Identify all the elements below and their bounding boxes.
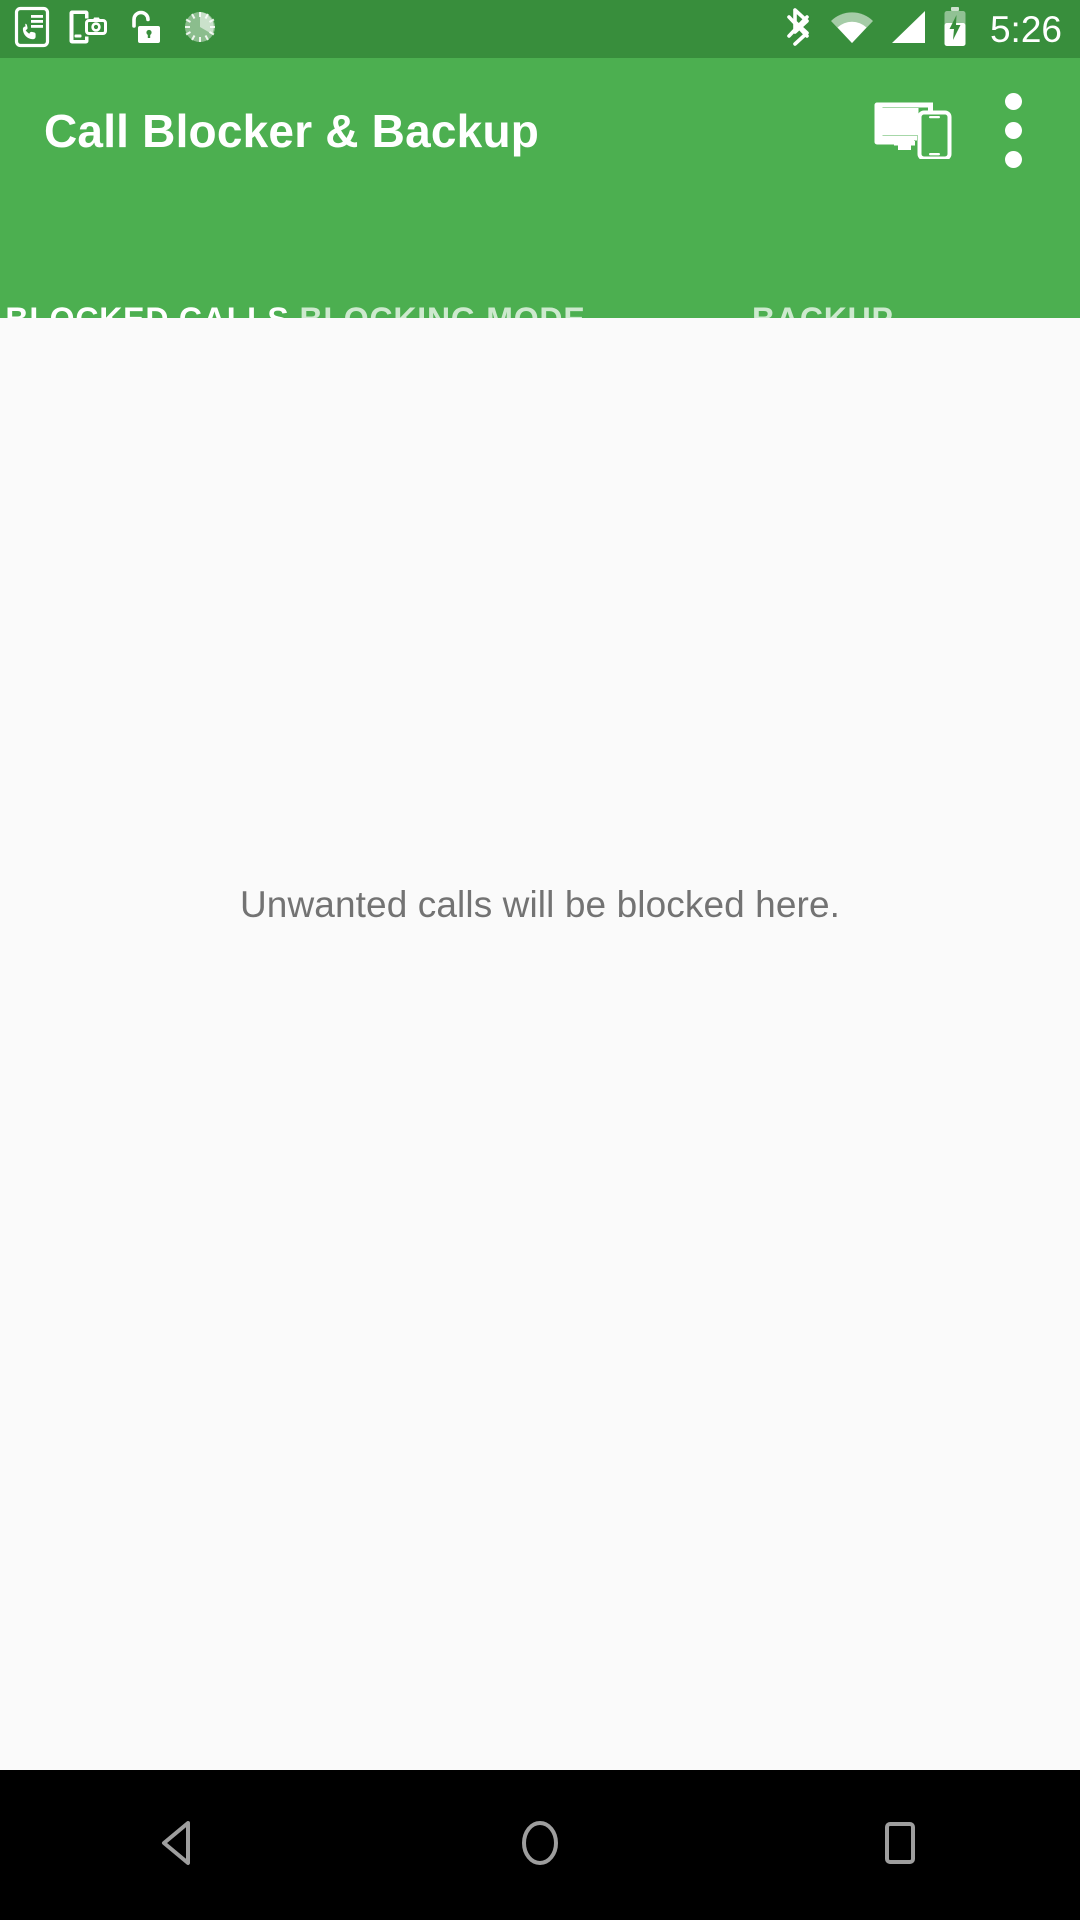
unlocked-padlock-icon: [124, 6, 164, 53]
app-bar: Call Blocker & Backup: [0, 58, 1080, 376]
status-bar-right-icons: 5:26: [786, 6, 1062, 53]
main-content: Unwanted calls will be blocked here.: [0, 318, 1080, 1450]
wifi-icon: [830, 9, 874, 50]
overflow-menu-button[interactable]: [1002, 88, 1024, 174]
bluetooth-icon: [786, 6, 816, 53]
cast-devices-button[interactable]: [874, 97, 954, 164]
navigation-bar: [0, 1770, 1080, 1920]
cellular-signal-icon: [888, 9, 928, 50]
battery-charging-icon: [942, 6, 968, 53]
back-button[interactable]: [0, 1770, 360, 1920]
app-bar-top-row: Call Blocker & Backup: [0, 58, 1080, 203]
back-triangle-icon: [157, 1818, 203, 1873]
cast-devices-icon: [874, 97, 954, 164]
home-button[interactable]: [360, 1770, 720, 1920]
overflow-menu-icon: [1004, 93, 1022, 110]
empty-state-message: Unwanted calls will be blocked here.: [239, 884, 841, 925]
status-bar-left-icons: [14, 6, 220, 53]
home-circle-icon: [515, 1816, 565, 1875]
screenshot-icon: [66, 6, 108, 53]
status-bar-clock: 5:26: [989, 8, 1062, 50]
recents-square-icon: [878, 1818, 922, 1873]
overflow-menu-icon: [1004, 151, 1022, 168]
status-bar[interactable]: 5:26: [0, 0, 1080, 58]
page-title: Call Blocker & Backup: [44, 104, 540, 157]
overflow-menu-icon: [1004, 122, 1022, 139]
recents-button[interactable]: [720, 1770, 1080, 1920]
call-log-icon: [14, 6, 50, 53]
app-bar-actions: [874, 88, 1052, 174]
sync-progress-icon: [180, 7, 220, 52]
